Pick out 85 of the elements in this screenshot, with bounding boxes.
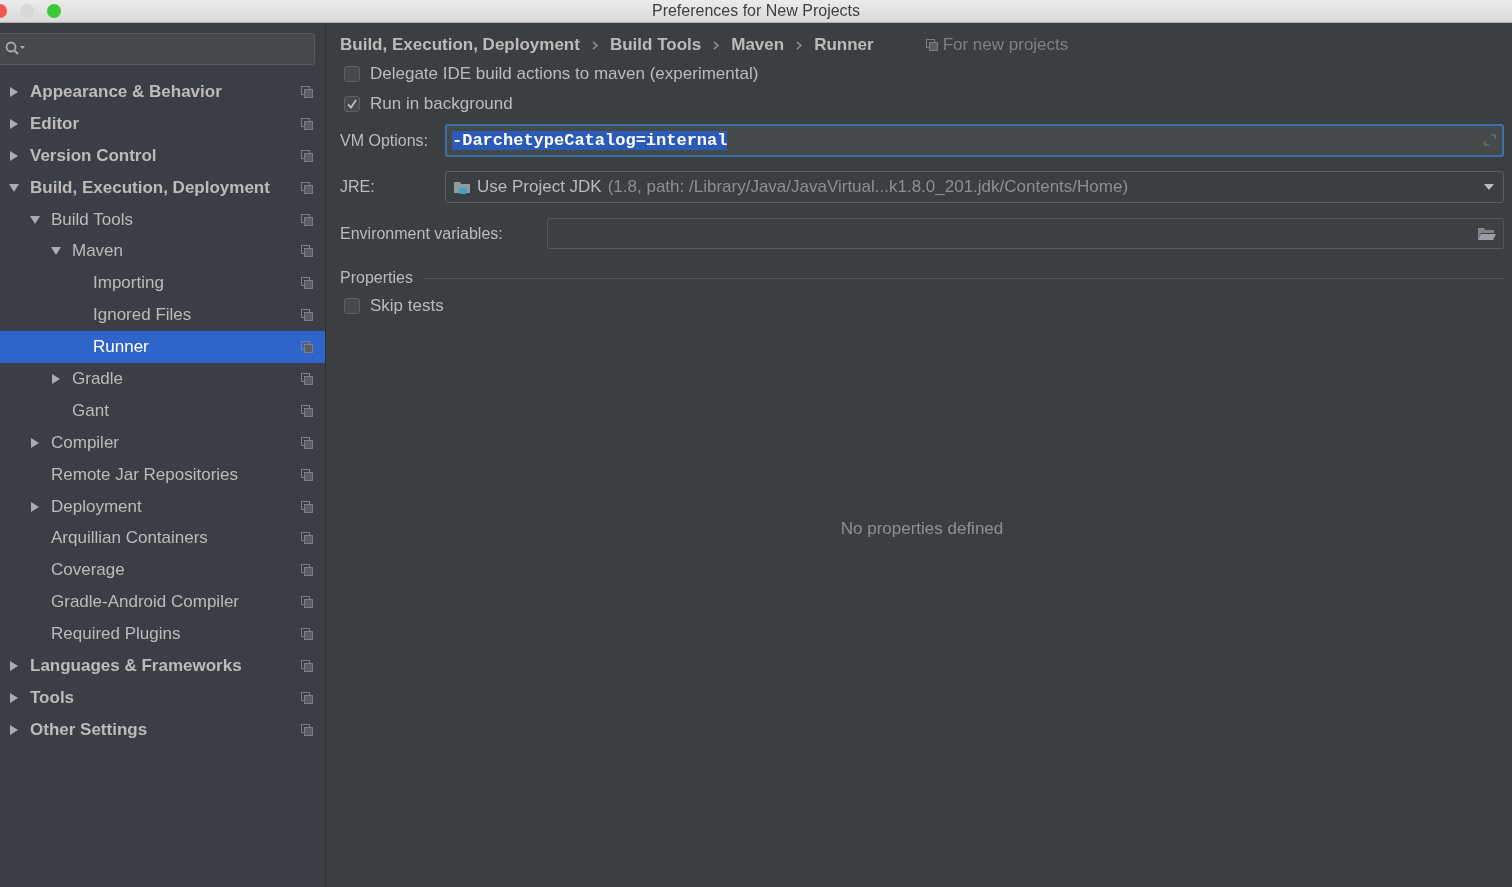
copy-icon [301,436,313,449]
folder-icon [453,179,471,195]
copy-icon [301,277,313,290]
tree-item[interactable]: Runner [0,331,325,363]
collapsed-arrow-icon[interactable] [29,500,41,513]
copy-icon [301,404,313,417]
field-label: VM Options: [340,131,430,150]
vm-options-field[interactable]: -DarchetypeCatalog=internal [445,124,1504,157]
copy-icon [301,500,313,513]
copy-icon [301,372,313,385]
copy-icon [301,309,313,322]
tree-item[interactable]: Importing [0,267,325,300]
copy-icon [301,628,313,641]
expanded-arrow-icon[interactable] [29,213,41,226]
chevron-icon [796,40,803,50]
copy-icon [301,213,313,226]
checkbox[interactable] [344,66,360,82]
tree-item[interactable]: Maven [0,235,325,268]
tree-item[interactable]: Remote Jar Repositories [0,458,325,491]
tree-item[interactable]: Build, Execution, Deployment [0,171,325,204]
breadcrumb-item: Build, Execution, Deployment [340,35,580,55]
collapsed-arrow-icon[interactable] [29,436,41,449]
tree-item[interactable]: Languages & Frameworks [0,650,325,682]
copy-icon [301,596,313,609]
tree-item[interactable]: Required Plugins [0,618,325,651]
tree-item[interactable]: Gant [0,394,325,427]
option-label: Delegate IDE build actions to maven (experimental) [370,64,759,84]
breadcrumb-item: Build Tools [609,35,702,55]
field-label: JRE: [340,178,376,196]
checkbox[interactable] [344,96,360,112]
search-field[interactable] [0,33,315,65]
copy-icon [301,149,313,162]
collapsed-arrow-icon[interactable] [8,149,20,162]
checkbox[interactable] [344,298,360,314]
copy-icon [301,85,313,98]
collapsed-arrow-icon[interactable] [8,723,20,736]
tree-item[interactable]: Tools [0,681,325,714]
copy-icon [301,659,313,672]
field-value: -DarchetypeCatalog=internal [452,131,728,150]
copy-icon [301,564,313,577]
tree-item[interactable]: Deployment [0,490,325,523]
expanded-arrow-icon[interactable] [8,181,20,194]
tree-item[interactable]: Gradle-Android Compiler [0,586,325,619]
tree-item[interactable]: Editor [0,107,325,140]
section-title: Properties [340,269,413,287]
collapsed-arrow-icon[interactable] [50,372,62,385]
breadcrumb-item: Runner [814,35,874,55]
scope-note: For new projects [942,35,1069,55]
search-icon [5,41,27,57]
copy-icon [301,723,313,736]
window-title: Preferences for New Projects [651,2,861,19]
tree-item[interactable]: Other Settings [0,713,325,746]
tree-item[interactable]: Compiler [0,426,325,459]
tree-item[interactable]: Gradle [0,363,325,395]
tree-item[interactable]: Coverage [0,554,325,587]
chevron-icon [713,40,720,50]
tree-item[interactable]: Ignored Files [0,299,325,332]
tree-item[interactable]: Build Tools [0,203,325,236]
tree-item[interactable]: Arquillian Containers [0,522,325,555]
collapsed-arrow-icon[interactable] [8,117,20,130]
tree-item[interactable]: Version Control [0,139,325,172]
option-label: Skip tests [370,296,444,316]
dropdown-caret-icon[interactable] [1483,183,1495,191]
breadcrumb-item: Maven [731,35,785,55]
option-label: Run in background [370,94,513,114]
folder-icon[interactable] [1477,225,1497,242]
empty-state-text: No properties defined [840,519,1004,539]
collapsed-arrow-icon[interactable] [8,85,20,98]
field-label: Environment variables: [340,224,504,243]
chevron-icon [591,40,598,50]
copy-icon [301,691,313,704]
jre-dropdown[interactable]: Use Project JDK (1.8, path: /Library/Java/JavaVirtual...k1.8.0_201.jdk/Contents/Home) [445,171,1504,203]
copy-icon [301,181,313,194]
collapsed-arrow-icon[interactable] [8,659,20,672]
environment-variables-field[interactable] [547,218,1504,249]
jre-value: Use Project JDK [477,177,602,197]
tree-item[interactable]: Appearance & Behavior [0,76,325,108]
jre-path: (1.8, path: /Library/Java/JavaVirtual...k1.8.0_201.jdk/Contents/Home) [607,177,1129,197]
copy-icon [301,341,313,354]
copy-icon [925,39,938,51]
copy-icon [301,468,313,481]
copy-icon [301,532,313,545]
copy-icon [301,245,313,258]
collapsed-arrow-icon[interactable] [8,691,20,704]
copy-icon [301,117,313,130]
